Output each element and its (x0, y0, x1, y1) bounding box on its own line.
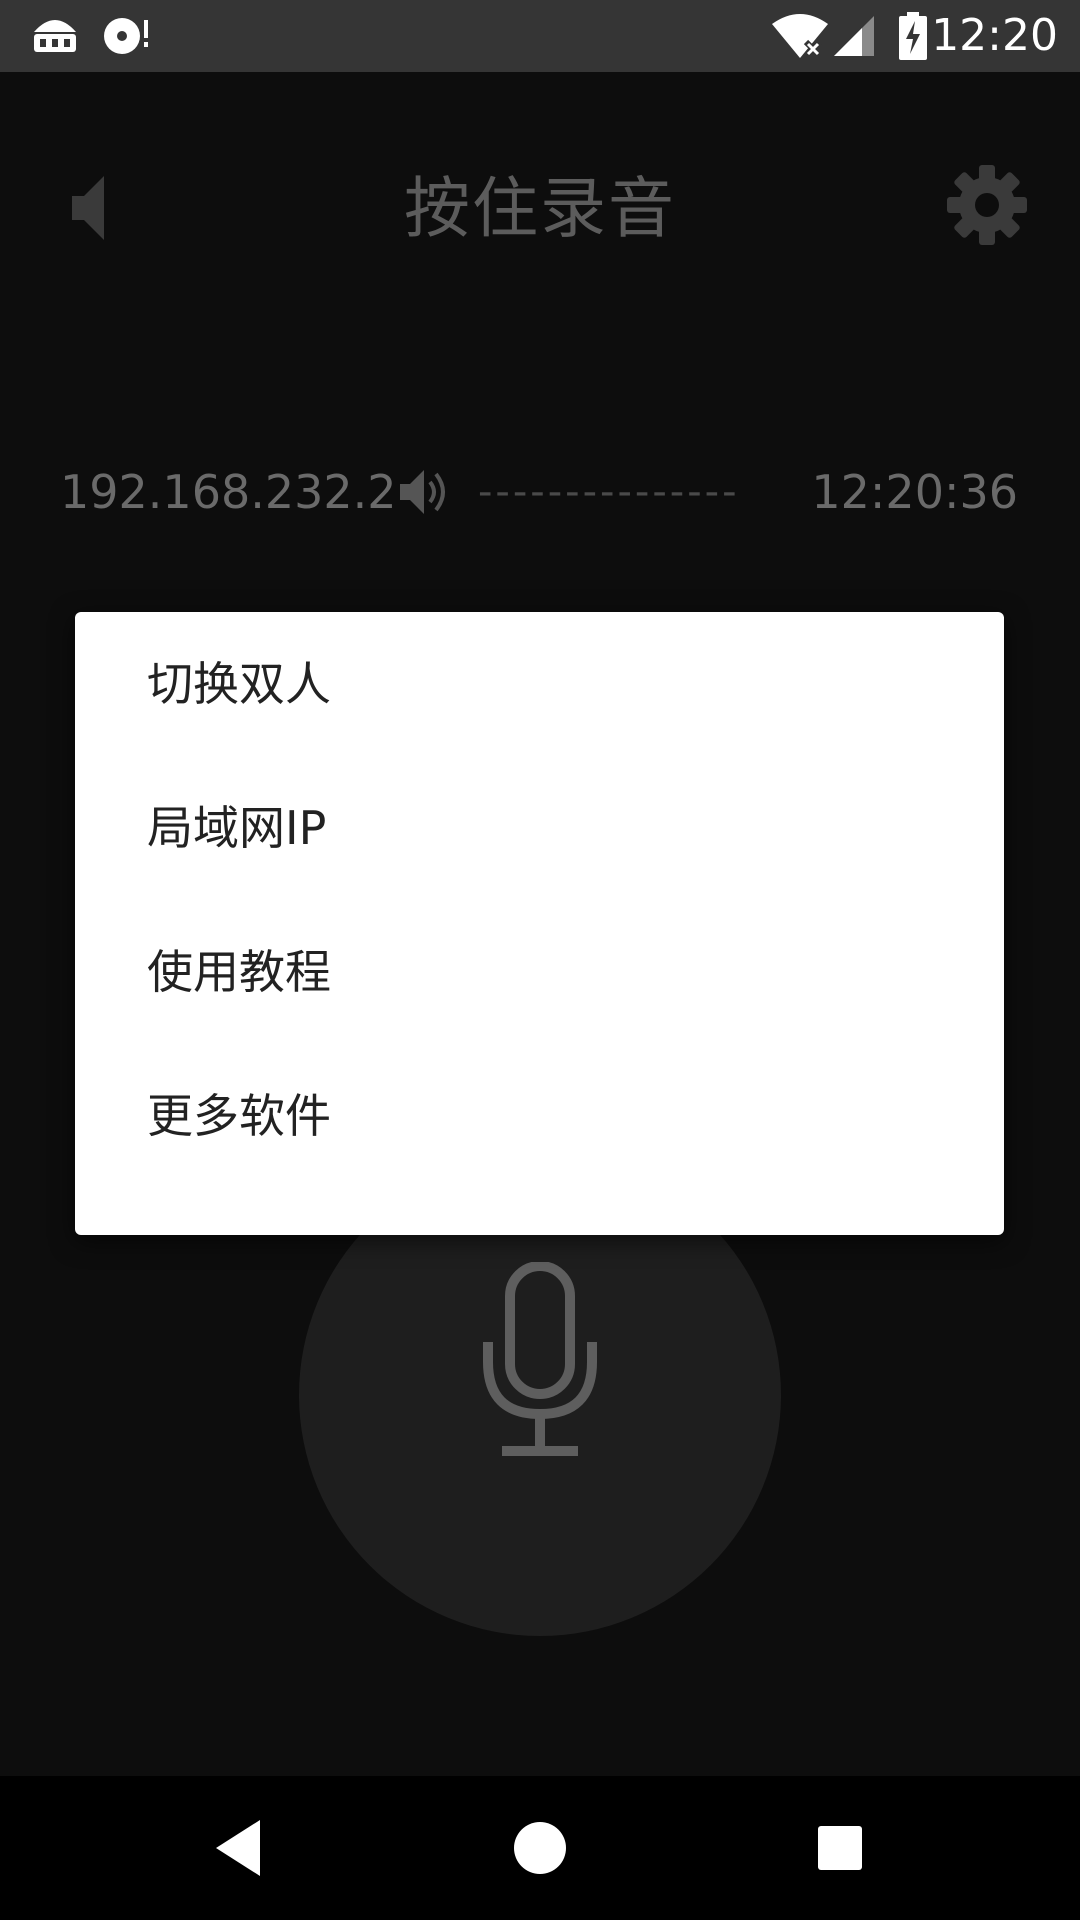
settings-button[interactable] (944, 162, 1030, 248)
disc-alert-icon (102, 10, 152, 64)
menu-item-switch-two-person[interactable]: 切换双人 (75, 612, 1004, 756)
recents-icon (804, 1826, 876, 1888)
peer-ip-address: 192.168.232.2 (60, 465, 397, 519)
menu-item-more-apps[interactable]: 更多软件 (75, 1044, 1004, 1188)
home-icon (504, 1822, 576, 1888)
page-title: 按住录音 (404, 170, 676, 247)
wifi-no-internet-icon (770, 12, 830, 64)
microphone-icon (480, 1261, 600, 1462)
connection-row: 192.168.232.2 --------------- 12:20:36 (0, 442, 1080, 542)
status-bar: 12:20 (0, 0, 1080, 72)
status-time: 12:20 (931, 10, 1058, 61)
menu-item-lan-ip[interactable]: 局域网IP (75, 756, 1004, 900)
router-icon (30, 10, 80, 64)
home-button[interactable] (504, 1812, 576, 1884)
navigation-bar (0, 1776, 1080, 1920)
volume-icon (396, 464, 452, 520)
battery-charging-icon (898, 12, 928, 64)
recents-button[interactable] (804, 1812, 876, 1884)
connection-time: 12:20:36 (811, 465, 1018, 519)
screen: 12:20 按住录音 192.168.232.2 ---------------… (0, 0, 1080, 1920)
cell-signal-icon (832, 14, 876, 62)
back-button[interactable] (204, 1812, 276, 1884)
menu-item-tutorial[interactable]: 使用教程 (75, 900, 1004, 1044)
options-dialog: 切换双人 局域网IP 使用教程 更多软件 (75, 612, 1004, 1235)
back-icon (204, 1820, 276, 1888)
connection-dashes: --------------- (478, 469, 740, 515)
gear-icon (944, 165, 1030, 252)
